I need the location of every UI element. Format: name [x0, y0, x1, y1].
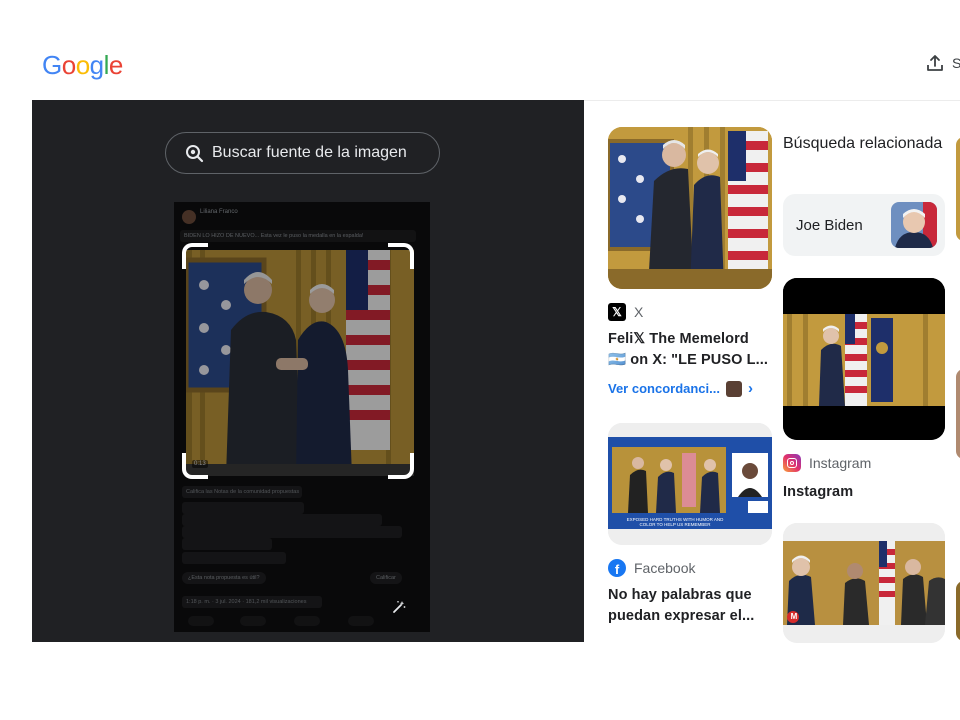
logo-letter: g	[89, 50, 104, 80]
source-name: Facebook	[634, 560, 696, 576]
thumbnail-illustration	[783, 523, 945, 643]
google-lens-page: Google S Buscar fuente de la imagen Lili…	[0, 0, 960, 720]
next-result-peek[interactable]	[956, 137, 960, 241]
result-thumbnail[interactable]	[608, 127, 772, 289]
result-card-instagram[interactable]: Instagram Instagram	[783, 278, 945, 503]
result-thumbnail[interactable]: EXPOSED HARD TRUTHS WITH HUMOR AND COLOR…	[608, 423, 772, 545]
source-name: Instagram	[809, 455, 872, 471]
search-image-source-label: Buscar fuente de la imagen	[212, 144, 407, 161]
result-title[interactable]: Instagram	[783, 482, 945, 503]
crop-handle-bottom-right[interactable]	[388, 453, 414, 479]
result-title[interactable]: No hay palabras que puedan expresar el..…	[608, 585, 768, 627]
chip-label: Joe Biden	[796, 216, 863, 234]
header: Google S	[0, 0, 960, 100]
related-chip-joe-biden[interactable]: Joe Biden	[783, 194, 945, 256]
upload-icon	[927, 55, 943, 71]
chip-thumbnail	[891, 202, 937, 248]
related-search-section: Búsqueda relacionada	[783, 131, 943, 157]
crop-handle-top-left[interactable]	[182, 243, 208, 269]
logo-letter: o	[61, 50, 76, 80]
lens-search-icon	[186, 145, 204, 163]
result-card-facebook[interactable]: EXPOSED HARD TRUTHS WITH HUMOR AND COLOR…	[608, 423, 772, 627]
instagram-logo-icon	[783, 454, 801, 472]
lens-image-panel[interactable]: Buscar fuente de la imagen Liliana Franc…	[32, 100, 584, 642]
see-matches-label: Ver concordanci...	[608, 381, 720, 396]
result-title[interactable]: Feli𝕏 The Memelord 🇦🇷 on X: "LE PUSO L..…	[608, 329, 768, 371]
result-thumbnail[interactable]	[783, 278, 945, 440]
magic-wand-icon[interactable]	[392, 600, 406, 617]
visual-matches-panel: 𝕏 X Feli𝕏 The Memelord 🇦🇷 on X: "LE PUSO…	[584, 100, 960, 720]
thumbnail-illustration	[783, 278, 945, 440]
selected-region	[186, 250, 414, 476]
related-search-heading: Búsqueda relacionada	[783, 135, 943, 152]
google-logo[interactable]: Google	[42, 50, 123, 81]
search-image-source-button[interactable]: Buscar fuente de la imagen	[165, 132, 440, 174]
facebook-logo-icon: f	[608, 559, 626, 577]
result-source: 𝕏 X	[608, 303, 772, 321]
chevron-right-icon: ›	[748, 380, 753, 397]
source-name: X	[634, 304, 644, 320]
next-result-peek[interactable]	[956, 581, 960, 641]
logo-letter: e	[108, 50, 123, 80]
logo-letter: G	[42, 50, 62, 80]
video-ticker: EXPOSED HARD TRUTHS WITH HUMOR AND COLOR…	[626, 517, 724, 527]
logo-letter: o	[75, 50, 90, 80]
result-source: Instagram	[783, 454, 945, 472]
share-label: S	[952, 55, 960, 71]
result-source: f Facebook	[608, 559, 772, 577]
crop-handle-top-right[interactable]	[388, 243, 414, 269]
x-logo-icon: 𝕏	[608, 303, 626, 321]
crop-handle-bottom-left[interactable]	[182, 453, 208, 479]
result-thumbnail[interactable]: M	[783, 523, 945, 643]
result-card-x[interactable]: 𝕏 X Feli𝕏 The Memelord 🇦🇷 on X: "LE PUSO…	[608, 127, 772, 397]
source-badge: M	[790, 612, 798, 621]
thumbnail-illustration	[608, 127, 772, 289]
result-card-news[interactable]: M	[783, 523, 945, 643]
see-matches-link[interactable]: Ver concordanci... ›	[608, 380, 772, 397]
next-result-peek[interactable]	[956, 369, 960, 459]
share-button[interactable]: S	[926, 54, 960, 72]
mini-thumbnail	[726, 380, 742, 397]
